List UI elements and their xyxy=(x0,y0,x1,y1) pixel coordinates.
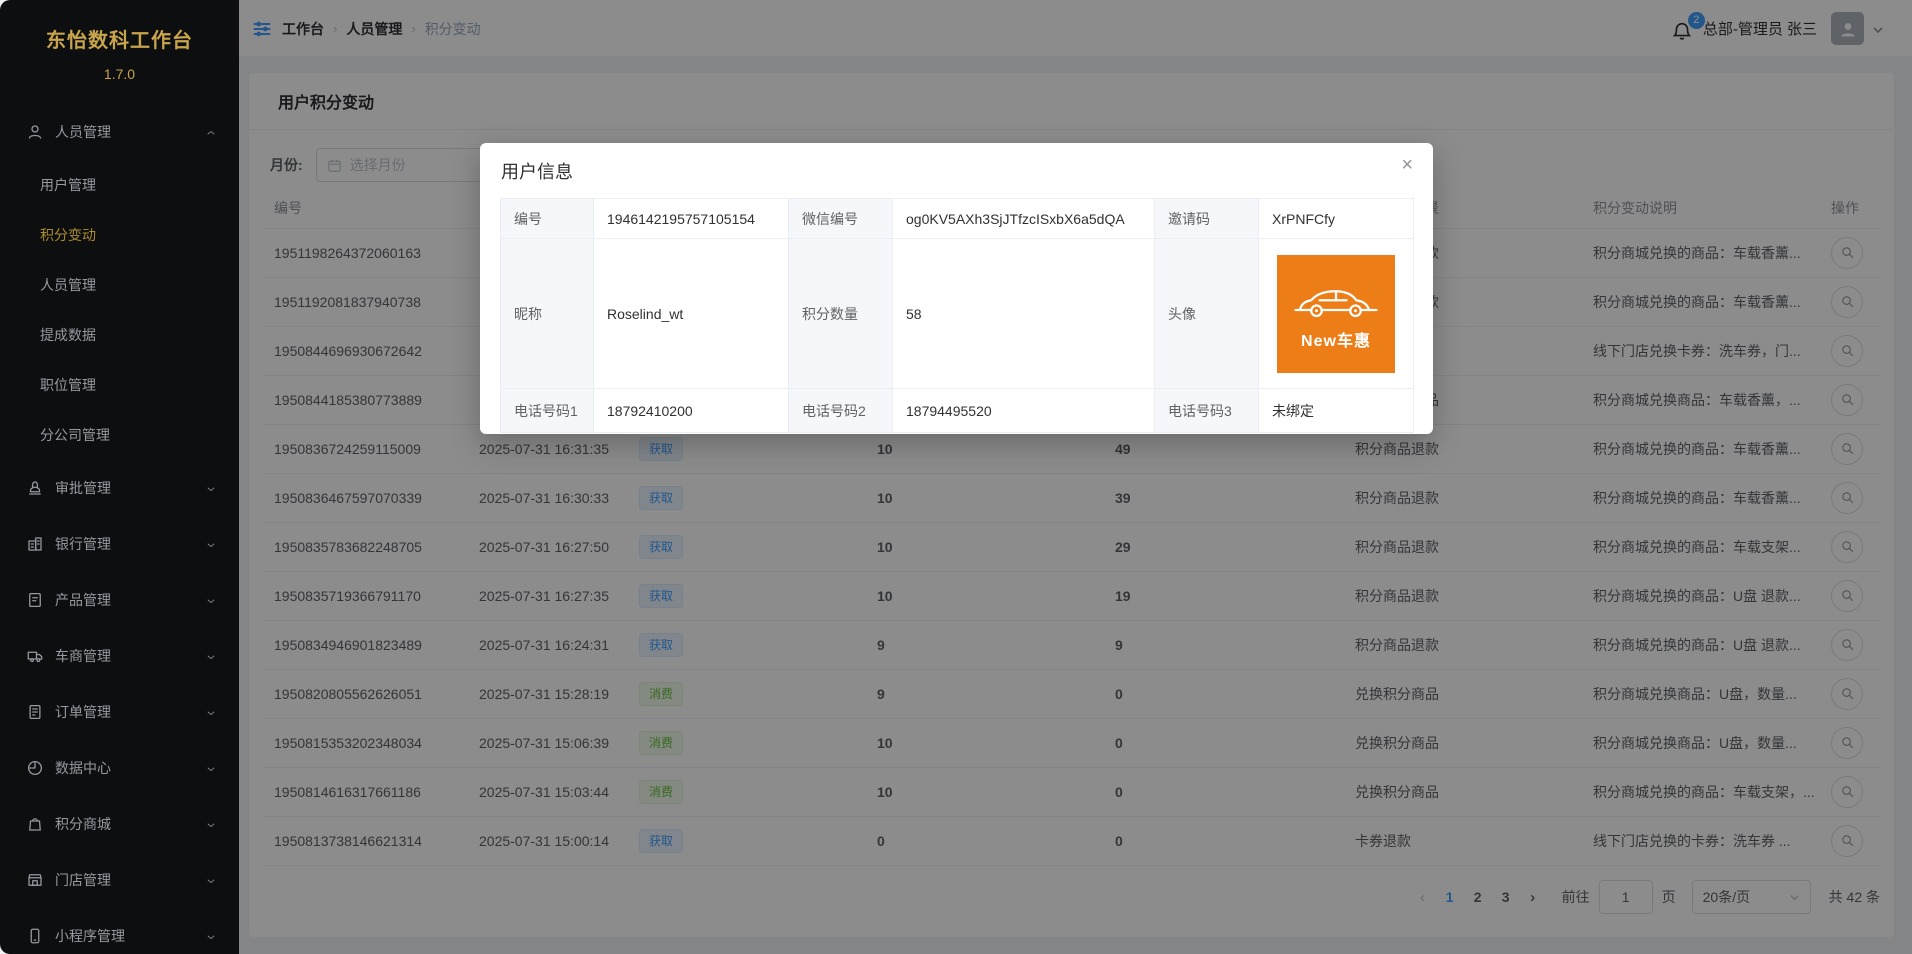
points-value: 58 xyxy=(893,239,1155,389)
chevron-down-icon xyxy=(205,482,217,494)
sidebar: 东怡数科工作台 1.7.0 人员管理用户管理积分变动人员管理提成数据职位管理分公… xyxy=(0,0,239,954)
bank-icon xyxy=(26,535,44,553)
app-window: { "sidebar": { "title": "东怡数科工作台", "vers… xyxy=(0,0,1912,954)
store-icon xyxy=(26,871,44,889)
phone1-value: 18792410200 xyxy=(594,389,789,433)
order-icon xyxy=(26,703,44,721)
sidebar-subitem-1[interactable]: 积分变动 xyxy=(0,210,239,260)
field-label: 编号 xyxy=(501,199,594,239)
sidebar-subitem-2[interactable]: 人员管理 xyxy=(0,260,239,310)
sidebar-subitem-3[interactable]: 提成数据 xyxy=(0,310,239,360)
chart-pie-icon xyxy=(26,759,44,777)
sidebar-item-label: 车商管理 xyxy=(55,646,205,666)
sidebar-item-1[interactable]: 审批管理 xyxy=(0,460,239,516)
phone2-value: 18794495520 xyxy=(893,389,1155,433)
sidebar-item-0[interactable]: 人员管理 xyxy=(0,104,239,160)
chevron-down-icon xyxy=(205,818,217,830)
field-label: 电话号码1 xyxy=(501,389,594,433)
sidebar-item-label: 门店管理 xyxy=(55,870,205,890)
phone3-value: 未绑定 xyxy=(1259,389,1414,433)
invite-code-value: XrPNFCfy xyxy=(1259,199,1414,239)
bag-icon xyxy=(26,815,44,833)
sidebar-subitem-4[interactable]: 职位管理 xyxy=(0,360,239,410)
chevron-down-icon xyxy=(205,874,217,886)
sidebar-item-label: 银行管理 xyxy=(55,534,205,554)
sidebar-item-5[interactable]: 订单管理 xyxy=(0,684,239,740)
table-row: 编号 1946142195757105154 微信编号 og0KV5AXh3Sj… xyxy=(501,199,1414,239)
sidebar-item-3[interactable]: 产品管理 xyxy=(0,572,239,628)
field-label: 邀请码 xyxy=(1155,199,1259,239)
table-row: 电话号码1 18792410200 电话号码2 18794495520 电话号码… xyxy=(501,389,1414,433)
chevron-down-icon xyxy=(205,538,217,550)
avatar-cell: New车惠 xyxy=(1259,239,1414,389)
table-row: 昵称 Roselind_wt 积分数量 58 头像 xyxy=(501,239,1414,389)
sidebar-item-2[interactable]: 银行管理 xyxy=(0,516,239,572)
close-icon[interactable]: × xyxy=(1401,155,1413,175)
field-label: 昵称 xyxy=(501,239,594,389)
field-label: 电话号码2 xyxy=(789,389,893,433)
chevron-up-icon xyxy=(205,126,217,138)
user-avatar-image: New车惠 xyxy=(1277,255,1395,373)
sidebar-item-label: 积分商城 xyxy=(55,814,205,834)
product-icon xyxy=(26,591,44,609)
stamp-icon xyxy=(26,479,44,497)
car-logo-icon xyxy=(1290,277,1382,325)
sidebar-item-8[interactable]: 门店管理 xyxy=(0,852,239,908)
field-label: 积分数量 xyxy=(789,239,893,389)
field-label: 微信编号 xyxy=(789,199,893,239)
sidebar-item-9[interactable]: 小程序管理 xyxy=(0,908,239,954)
chevron-down-icon xyxy=(205,762,217,774)
app-version: 1.7.0 xyxy=(0,66,239,82)
sidebar-item-label: 人员管理 xyxy=(55,122,205,142)
wechat-id-value: og0KV5AXh3SjJTfzcISxbX6a5dQA xyxy=(893,199,1155,239)
sidebar-item-label: 数据中心 xyxy=(55,758,205,778)
dialog-title: 用户信息 xyxy=(501,158,573,184)
field-label: 电话号码3 xyxy=(1155,389,1259,433)
sidebar-item-label: 订单管理 xyxy=(55,702,205,722)
user-id-value: 1946142195757105154 xyxy=(594,199,789,239)
sidebar-subitem-5[interactable]: 分公司管理 xyxy=(0,410,239,460)
app-title: 东怡数科工作台 xyxy=(0,24,239,53)
sidebar-item-4[interactable]: 车商管理 xyxy=(0,628,239,684)
chevron-down-icon xyxy=(205,930,217,942)
sidebar-item-label: 产品管理 xyxy=(55,590,205,610)
sidebar-item-label: 小程序管理 xyxy=(55,926,205,946)
sidebar-item-6[interactable]: 数据中心 xyxy=(0,740,239,796)
sidebar-item-7[interactable]: 积分商城 xyxy=(0,796,239,852)
truck-icon xyxy=(26,647,44,665)
user-icon xyxy=(26,123,44,141)
avatar-brand-text: New车惠 xyxy=(1301,327,1371,351)
chevron-down-icon xyxy=(205,594,217,606)
phone-icon xyxy=(26,927,44,945)
sidebar-menu: 人员管理用户管理积分变动人员管理提成数据职位管理分公司管理审批管理银行管理产品管… xyxy=(0,104,239,954)
field-label: 头像 xyxy=(1155,239,1259,389)
sidebar-subitem-0[interactable]: 用户管理 xyxy=(0,160,239,210)
nickname-value: Roselind_wt xyxy=(594,239,789,389)
chevron-down-icon xyxy=(205,706,217,718)
chevron-down-icon xyxy=(205,650,217,662)
user-info-table: 编号 1946142195757105154 微信编号 og0KV5AXh3Sj… xyxy=(500,198,1414,433)
sidebar-item-label: 审批管理 xyxy=(55,478,205,498)
user-info-dialog: 用户信息 × 编号 1946142195757105154 微信编号 og0KV… xyxy=(480,143,1433,434)
